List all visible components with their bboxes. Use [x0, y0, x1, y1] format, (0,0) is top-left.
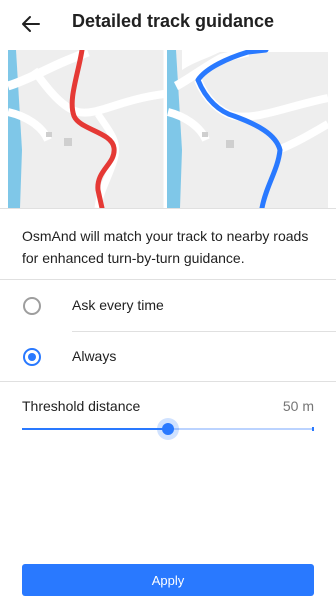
divider — [0, 279, 336, 280]
divider — [0, 381, 336, 382]
track-guidance-illustration — [8, 50, 328, 208]
option-ask-every-time[interactable]: Ask every time — [0, 281, 336, 331]
option-always[interactable]: Always — [0, 332, 336, 382]
matched-track-map — [166, 50, 328, 208]
divider — [0, 208, 336, 209]
slider-thumb[interactable] — [162, 423, 174, 435]
top-bar: Detailed track guidance — [0, 0, 336, 48]
apply-button[interactable]: Apply — [22, 564, 314, 596]
page-title: Detailed track guidance — [72, 11, 275, 31]
back-button[interactable] — [18, 12, 44, 36]
raw-track-map — [8, 50, 165, 208]
threshold-value: 50 m — [282, 398, 314, 414]
slider-fill — [22, 428, 168, 430]
option-label: Ask every time — [72, 297, 164, 313]
arrow-back-icon — [22, 16, 40, 32]
slider-end-tick — [312, 427, 314, 431]
option-label: Always — [72, 348, 117, 364]
radio-button-always[interactable] — [23, 348, 41, 366]
threshold-slider[interactable] — [22, 418, 314, 440]
radio-button-ask-every-time[interactable] — [23, 297, 41, 315]
threshold-label: Threshold distance — [22, 398, 141, 414]
description-text: OsmAnd will match your track to nearby r… — [22, 228, 309, 266]
